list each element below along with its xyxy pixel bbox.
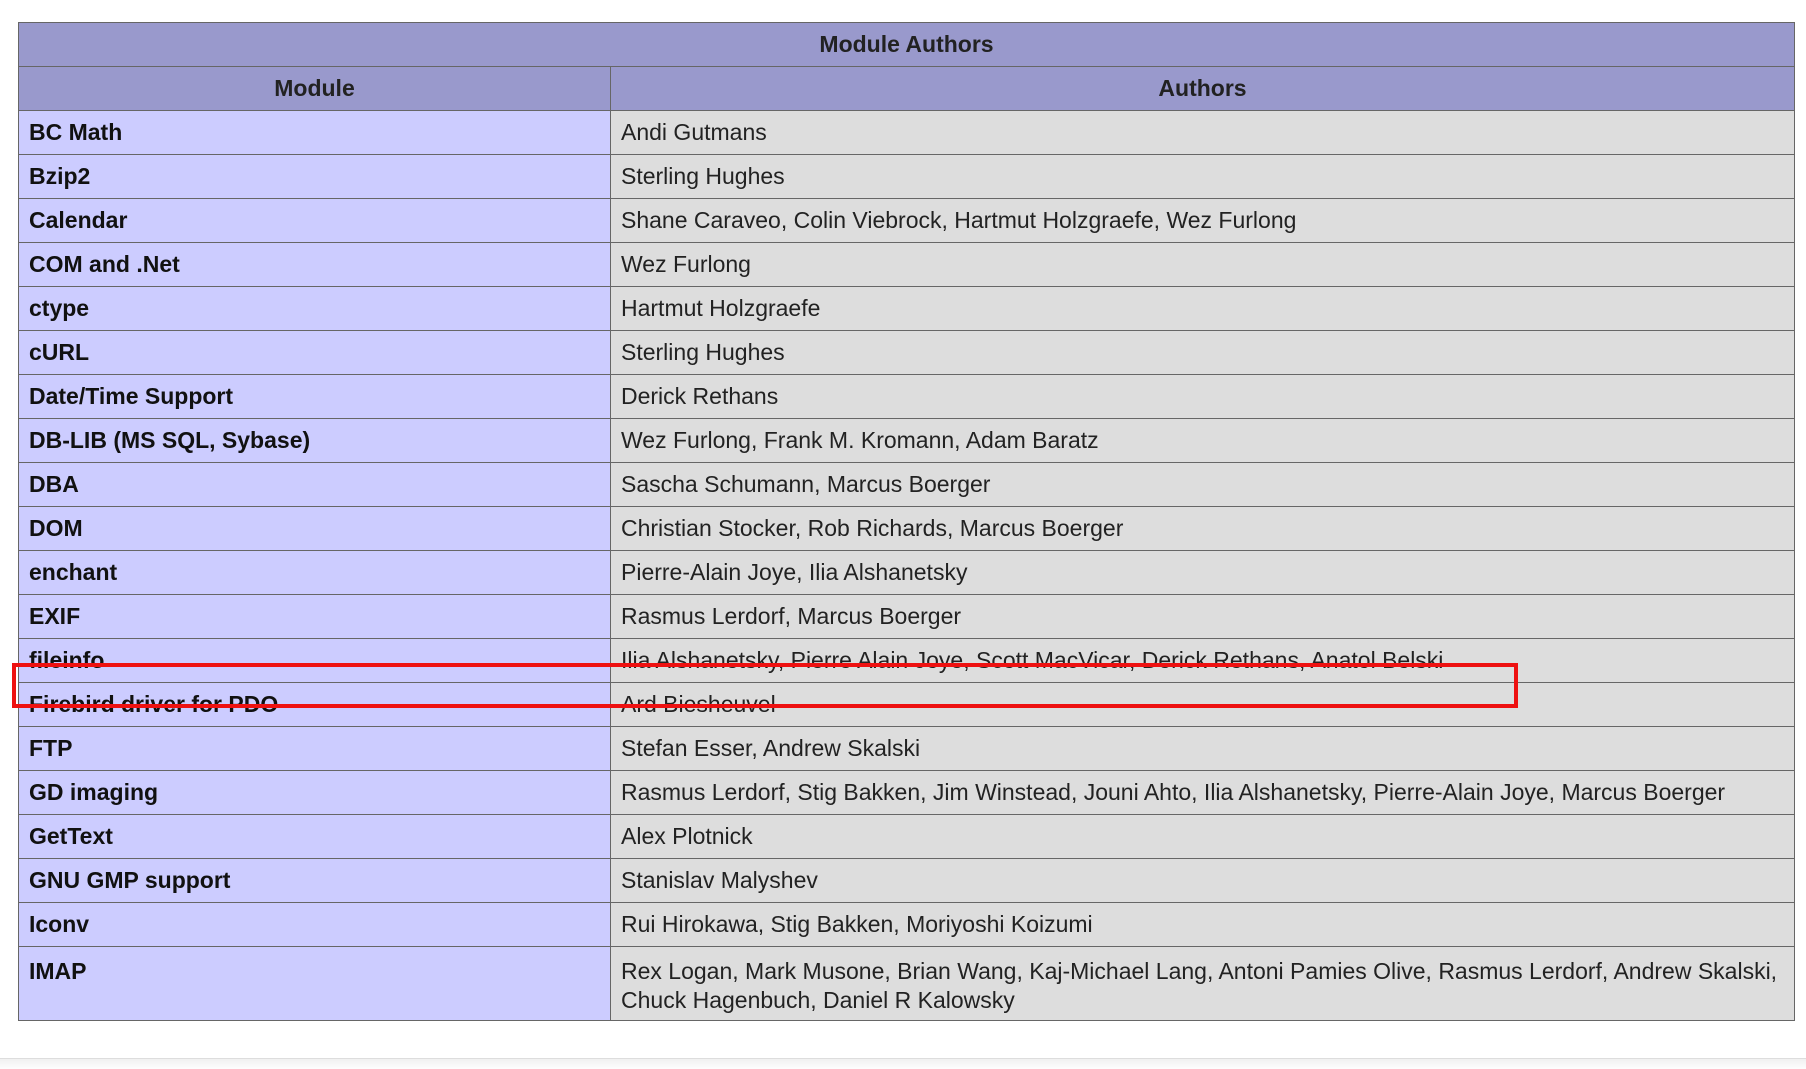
module-cell: Calendar bbox=[18, 198, 611, 243]
module-authors-table: Module Authors Module Authors BC Math And… bbox=[18, 22, 1795, 1021]
column-header-module: Module bbox=[18, 66, 611, 111]
authors-cell: Sascha Schumann, Marcus Boerger bbox=[610, 462, 1795, 507]
module-cell: COM and .Net bbox=[18, 242, 611, 287]
authors-cell: Andi Gutmans bbox=[610, 110, 1795, 155]
authors-cell: Alex Plotnick bbox=[610, 814, 1795, 859]
authors-cell: Ard Biesheuvel bbox=[610, 682, 1795, 727]
table-row: IMAP Rex Logan, Mark Musone, Brian Wang, … bbox=[18, 946, 1795, 1021]
module-authors-container: Module Authors Module Authors BC Math And… bbox=[18, 22, 1795, 1021]
module-cell: BC Math bbox=[18, 110, 611, 155]
table-row: GD imaging Rasmus Lerdorf, Stig Bakken, J… bbox=[18, 770, 1795, 815]
authors-cell: Sterling Hughes bbox=[610, 154, 1795, 199]
window-bottom-edge bbox=[0, 1058, 1806, 1069]
table-row-highlighted: fileinfo Ilia Alshanetsky, Pierre Alain J… bbox=[18, 638, 1795, 683]
table-row: Firebird driver for PDO Ard Biesheuvel bbox=[18, 682, 1795, 727]
table-row: ctype Hartmut Holzgraefe bbox=[18, 286, 1795, 331]
module-cell: Bzip2 bbox=[18, 154, 611, 199]
module-cell: Date/Time Support bbox=[18, 374, 611, 419]
module-cell: GNU GMP support bbox=[18, 858, 611, 903]
module-cell: FTP bbox=[18, 726, 611, 771]
authors-cell: Shane Caraveo, Colin Viebrock, Hartmut H… bbox=[610, 198, 1795, 243]
module-cell: DOM bbox=[18, 506, 611, 551]
table-title-row: Module Authors bbox=[18, 22, 1795, 67]
table-row: BC Math Andi Gutmans bbox=[18, 110, 1795, 155]
table-row: Iconv Rui Hirokawa, Stig Bakken, Moriyosh… bbox=[18, 902, 1795, 947]
module-cell: EXIF bbox=[18, 594, 611, 639]
authors-cell: Stefan Esser, Andrew Skalski bbox=[610, 726, 1795, 771]
authors-cell: Christian Stocker, Rob Richards, Marcus … bbox=[610, 506, 1795, 551]
table-row: Calendar Shane Caraveo, Colin Viebrock, H… bbox=[18, 198, 1795, 243]
table-row: Bzip2 Sterling Hughes bbox=[18, 154, 1795, 199]
module-cell: cURL bbox=[18, 330, 611, 375]
authors-cell: Rasmus Lerdorf, Stig Bakken, Jim Winstea… bbox=[610, 770, 1795, 815]
table-row: cURL Sterling Hughes bbox=[18, 330, 1795, 375]
column-header-authors: Authors bbox=[610, 66, 1795, 111]
module-cell: ctype bbox=[18, 286, 611, 331]
module-cell: GD imaging bbox=[18, 770, 611, 815]
table-row: DB-LIB (MS SQL, Sybase) Wez Furlong, Fran… bbox=[18, 418, 1795, 463]
authors-cell: Hartmut Holzgraefe bbox=[610, 286, 1795, 331]
module-cell: fileinfo bbox=[18, 638, 611, 683]
module-cell: DBA bbox=[18, 462, 611, 507]
authors-cell: Stanislav Malyshev bbox=[610, 858, 1795, 903]
table-header-row: Module Authors bbox=[18, 66, 1795, 111]
authors-cell: Sterling Hughes bbox=[610, 330, 1795, 375]
table-row: FTP Stefan Esser, Andrew Skalski bbox=[18, 726, 1795, 771]
authors-cell: Rex Logan, Mark Musone, Brian Wang, Kaj-… bbox=[610, 946, 1795, 1021]
authors-cell: Rasmus Lerdorf, Marcus Boerger bbox=[610, 594, 1795, 639]
authors-cell: Wez Furlong, Frank M. Kromann, Adam Bara… bbox=[610, 418, 1795, 463]
module-cell: Firebird driver for PDO bbox=[18, 682, 611, 727]
module-cell: enchant bbox=[18, 550, 611, 595]
table-row: GetText Alex Plotnick bbox=[18, 814, 1795, 859]
authors-cell: Pierre-Alain Joye, Ilia Alshanetsky bbox=[610, 550, 1795, 595]
authors-cell: Derick Rethans bbox=[610, 374, 1795, 419]
table-row: EXIF Rasmus Lerdorf, Marcus Boerger bbox=[18, 594, 1795, 639]
table-row: COM and .Net Wez Furlong bbox=[18, 242, 1795, 287]
authors-cell: Ilia Alshanetsky, Pierre Alain Joye, Sco… bbox=[610, 638, 1795, 683]
table-title: Module Authors bbox=[18, 22, 1795, 67]
authors-cell: Wez Furlong bbox=[610, 242, 1795, 287]
module-cell: DB-LIB (MS SQL, Sybase) bbox=[18, 418, 611, 463]
module-cell: Iconv bbox=[18, 902, 611, 947]
table-row: enchant Pierre-Alain Joye, Ilia Alshanets… bbox=[18, 550, 1795, 595]
table-row: DBA Sascha Schumann, Marcus Boerger bbox=[18, 462, 1795, 507]
authors-cell: Rui Hirokawa, Stig Bakken, Moriyoshi Koi… bbox=[610, 902, 1795, 947]
table-row: DOM Christian Stocker, Rob Richards, Marc… bbox=[18, 506, 1795, 551]
table-row: GNU GMP support Stanislav Malyshev bbox=[18, 858, 1795, 903]
module-cell: IMAP bbox=[18, 946, 611, 1021]
module-cell: GetText bbox=[18, 814, 611, 859]
table-row: Date/Time Support Derick Rethans bbox=[18, 374, 1795, 419]
